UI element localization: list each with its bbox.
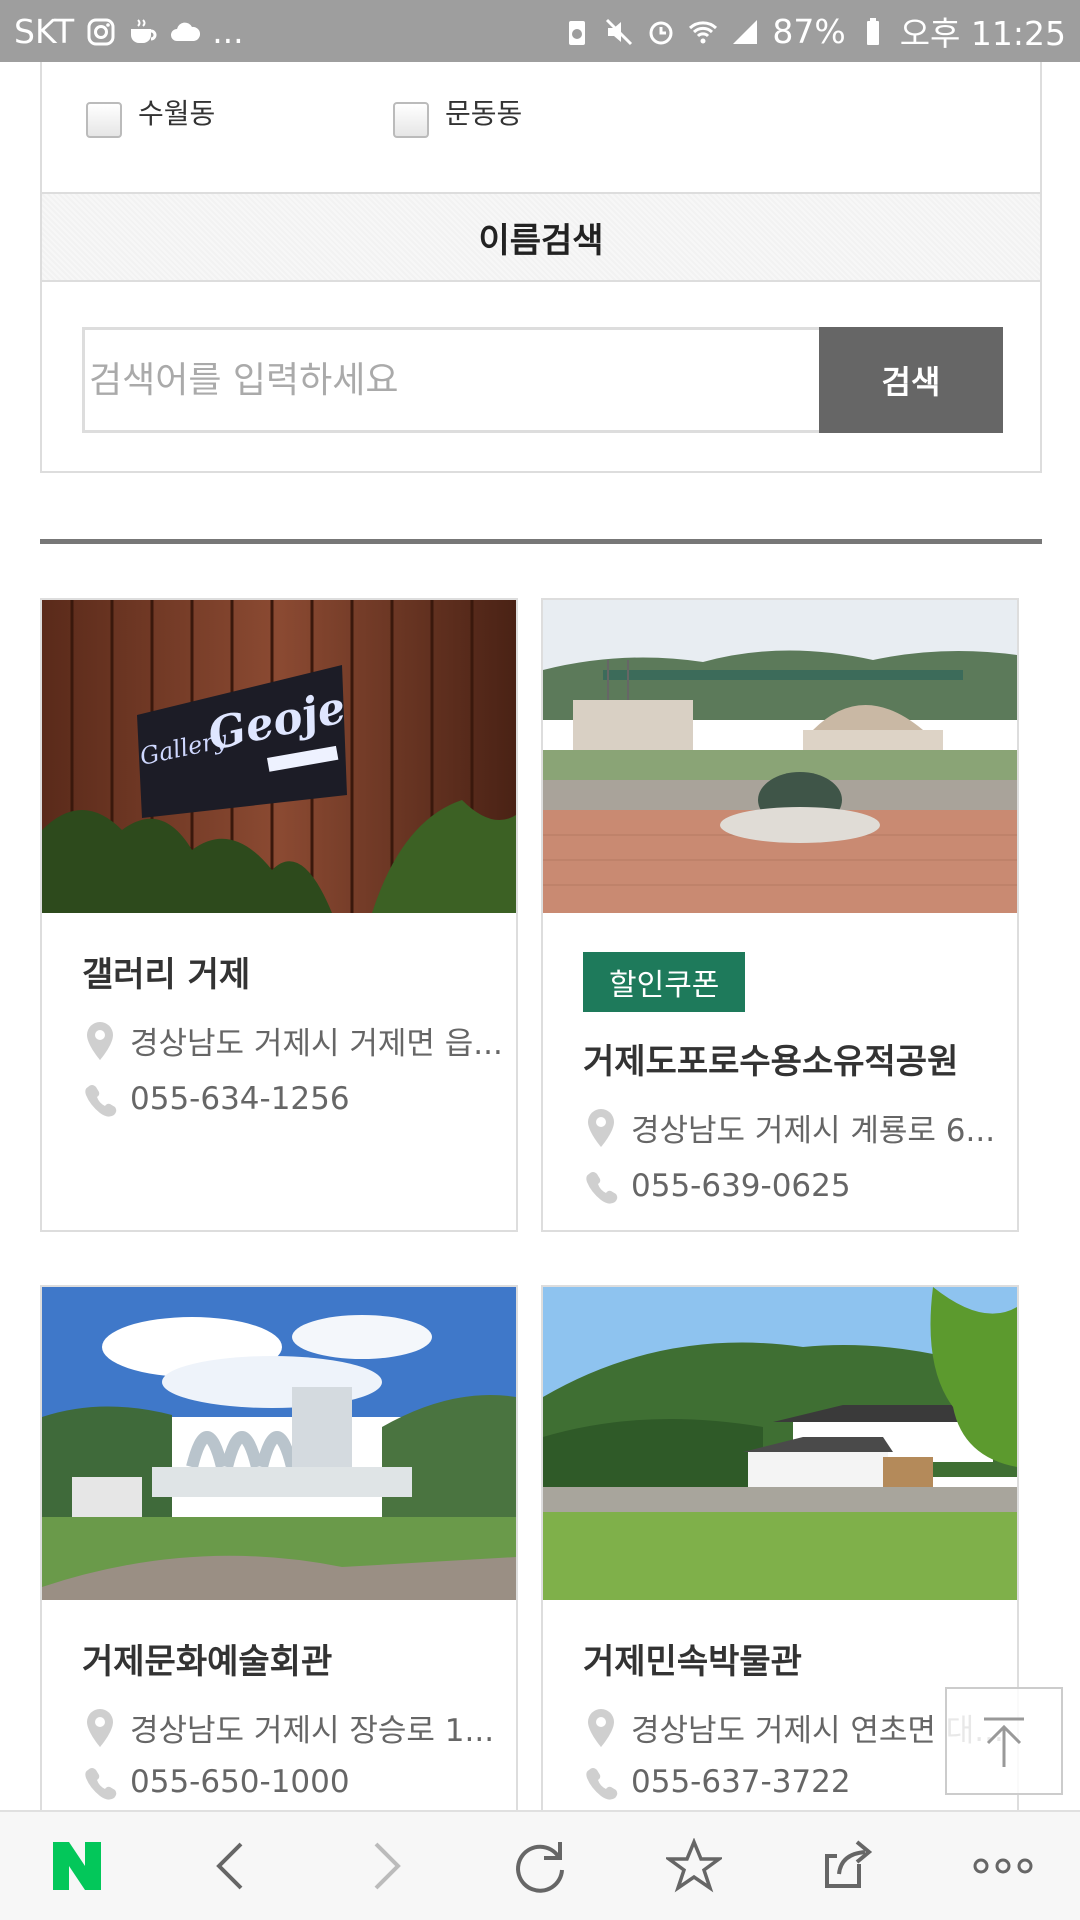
place-phone[interactable]: 055-634-1256 — [80, 1077, 516, 1121]
place-title[interactable]: 거제민속박물관 — [583, 1634, 1017, 1683]
name-search-header: 이름검색 — [42, 192, 1040, 282]
gallery-sign-photo[interactable]: Gallery Geoje — [42, 600, 516, 913]
place-title[interactable]: 거제도포로수용소유적공원 — [583, 1034, 1017, 1083]
location-pin-icon — [80, 1706, 120, 1750]
location-pin-icon — [581, 1106, 621, 1150]
checkbox-label[interactable]: 수월동 — [138, 92, 215, 132]
art-center-photo[interactable] — [42, 1287, 516, 1600]
section-divider — [40, 539, 1042, 544]
address-text: 경상남도 거제시 거제면 읍... — [130, 1026, 503, 1062]
place-card[interactable]: 할인쿠폰 거제도포로수용소유적공원 경상남도 거제시 계룡로 6... 055-… — [541, 598, 1019, 1232]
naver-home-button[interactable] — [27, 1816, 127, 1916]
wifi-icon — [688, 16, 718, 46]
pow-camp-park-photo[interactable] — [543, 600, 1017, 913]
location-pin-icon — [581, 1706, 621, 1750]
search-bar: 검색 — [82, 327, 1003, 433]
refresh-button[interactable] — [490, 1816, 590, 1916]
place-phone[interactable]: 055-650-1000 — [80, 1760, 516, 1804]
back-button[interactable] — [181, 1816, 281, 1916]
phone-text[interactable]: 055-650-1000 — [130, 1764, 350, 1800]
district-checkboxes: 수월동 문동동 — [86, 92, 700, 138]
forward-icon — [374, 1842, 401, 1890]
search-filter-panel: 수월동 문동동 이름검색 검색 — [40, 62, 1042, 473]
share-icon — [824, 1840, 872, 1888]
checkbox[interactable] — [86, 102, 122, 138]
place-title[interactable]: 거제문화예술회관 — [82, 1634, 516, 1683]
phone-text[interactable]: 055-639-0625 — [631, 1168, 851, 1204]
battery-saver-icon — [562, 16, 592, 46]
more-icon — [973, 1858, 1033, 1874]
bookmark-button[interactable] — [644, 1816, 744, 1916]
bookmark-icon — [666, 1838, 723, 1893]
phone-icon — [581, 1164, 621, 1208]
address-text: 경상남도 거제시 계룡로 6... — [631, 1113, 996, 1149]
carrier-label: SKT — [14, 11, 75, 51]
scroll-top-button[interactable] — [945, 1687, 1063, 1795]
phone-icon — [80, 1077, 120, 1121]
status-bar: SKT ... 87% 오후 11:25 — [0, 0, 1080, 62]
battery-percent: 87% — [772, 11, 846, 51]
discount-coupon-badge[interactable]: 할인쿠폰 — [583, 952, 746, 1012]
status-overflow: ... — [212, 11, 244, 51]
place-title[interactable]: 갤러리 거제 — [82, 947, 516, 996]
phone-icon — [581, 1760, 621, 1804]
battery-icon — [858, 16, 888, 46]
district-checkbox-item[interactable]: 수월동 — [86, 92, 393, 138]
cloud-icon — [170, 16, 201, 46]
place-phone[interactable]: 055-639-0625 — [581, 1164, 1017, 1208]
coffee-icon — [128, 16, 158, 46]
share-button[interactable] — [799, 1816, 899, 1916]
refresh-icon — [516, 1842, 564, 1893]
place-address: 경상남도 거제시 거제면 읍... — [80, 1018, 516, 1063]
naver-icon — [53, 1842, 102, 1890]
back-icon — [216, 1842, 243, 1890]
place-card[interactable]: 거제문화예술회관 경상남도 거제시 장승로 1... 055-650-1000 — [40, 1285, 518, 1845]
phone-text[interactable]: 055-637-3722 — [631, 1764, 851, 1800]
checkbox-label[interactable]: 문동동 — [445, 92, 522, 132]
place-card[interactable]: Gallery Geoje 갤러리 거제 경상남도 거제시 거제면 읍... 0… — [40, 598, 518, 1232]
mute-icon — [604, 16, 634, 46]
search-input[interactable] — [82, 327, 819, 433]
browser-bottom-bar — [0, 1810, 1080, 1920]
alarm-icon — [646, 16, 676, 46]
name-search-title: 이름검색 — [478, 220, 604, 261]
folk-museum-photo[interactable] — [543, 1287, 1017, 1600]
place-address: 경상남도 거제시 계룡로 6... — [581, 1105, 1017, 1150]
signal-icon — [730, 16, 760, 46]
address-text: 경상남도 거제시 장승로 1... — [130, 1713, 495, 1749]
arrow-up-icon — [984, 1717, 1024, 1767]
phone-text[interactable]: 055-634-1256 — [130, 1081, 350, 1117]
place-address: 경상남도 거제시 장승로 1... — [80, 1705, 516, 1750]
phone-icon — [80, 1760, 120, 1804]
more-button[interactable] — [953, 1816, 1053, 1916]
location-pin-icon — [80, 1019, 120, 1063]
forward-button[interactable] — [336, 1816, 436, 1916]
checkbox[interactable] — [393, 102, 429, 138]
search-button[interactable]: 검색 — [819, 327, 1003, 433]
clock: 오후 11:25 — [899, 14, 1066, 53]
instagram-icon — [86, 16, 116, 46]
district-checkbox-item[interactable]: 문동동 — [393, 92, 700, 138]
